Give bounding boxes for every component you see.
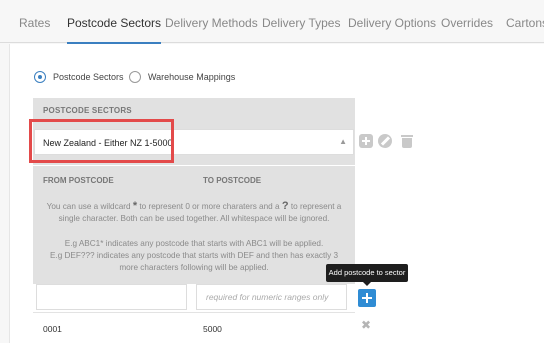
radio-label: Warehouse Mappings [148,72,236,82]
radio-warehouse-mappings[interactable]: Warehouse Mappings [129,70,235,84]
add-postcode-button[interactable] [358,289,376,307]
wildcard-help-line2: single character. Both can be used toget… [58,214,330,223]
tab-delivery-options[interactable]: Delivery Options [348,0,436,43]
radio-label: Postcode Sectors [53,72,124,82]
table-row: 0001 5000 [33,312,355,343]
delete-sector-button[interactable] [400,134,414,148]
pencil-icon [380,136,391,146]
example-line2: E.g DEF??? indicates any postcode that s… [49,251,339,260]
selected-sector: New Zealand - Either NZ 1-5000 [43,138,173,148]
edit-sector-button[interactable] [378,134,392,148]
wildcard-help-line1: You can use a wildcard * to represent 0 … [46,200,342,212]
radio-checked-icon[interactable] [34,71,46,83]
tab-delivery-methods[interactable]: Delivery Methods [165,0,258,43]
add-sector-button[interactable] [359,134,373,148]
tab-overrides[interactable]: Overrides [441,0,493,43]
tab-postcode-sectors[interactable]: Postcode Sectors [67,0,162,44]
radio-postcode-sectors[interactable]: Postcode Sectors [34,70,124,84]
caret-down-icon: ▲ [339,137,347,146]
to-postcode-input[interactable] [196,284,347,310]
remove-row-icon[interactable]: ✖ [361,319,371,331]
postcode-sectors-heading: POSTCODE SECTORS [43,106,132,115]
postcode-sector-select[interactable]: New Zealand - Either NZ 1-5000 ▲ [34,129,354,155]
to-postcode-heading: TO POSTCODE [203,176,262,185]
tab-cartons[interactable]: Cartons [506,0,544,43]
to-postcode-cell: 5000 [203,324,222,334]
example-line1: E.g ABC1* indicates any postcode that st… [64,239,324,248]
trash-icon [401,135,413,137]
from-postcode-heading: FROM POSTCODE [43,176,114,185]
from-postcode-input[interactable] [36,284,187,310]
tab-rates[interactable]: Rates [19,0,50,43]
from-postcode-cell: 0001 [43,324,62,334]
radio-unchecked-icon[interactable] [129,71,141,83]
add-postcode-tooltip: Add postcode to sector [326,264,408,286]
example-line3: more characters following will be applie… [119,263,269,272]
tab-bar: Rates Postcode Sectors Delivery Methods … [0,0,544,44]
tab-delivery-types[interactable]: Delivery Types [262,0,340,43]
